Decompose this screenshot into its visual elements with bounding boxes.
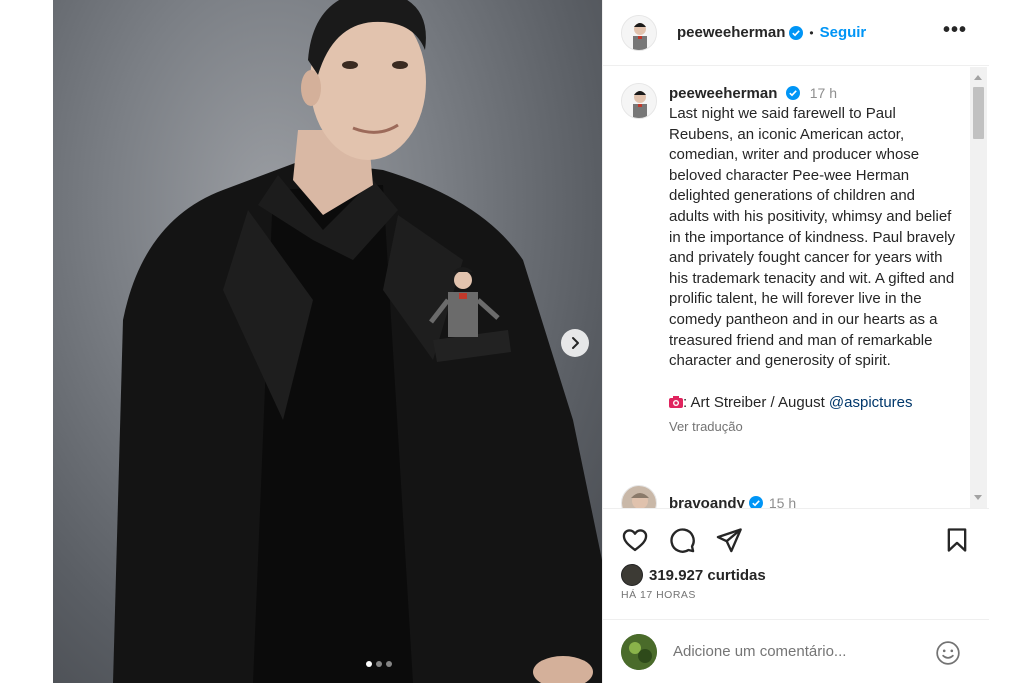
more-options-button[interactable]: ••• xyxy=(943,20,967,40)
scroll-up-arrow-icon[interactable] xyxy=(974,75,982,80)
liker-avatar xyxy=(621,564,643,586)
comment-time[interactable]: 15 h xyxy=(769,495,796,508)
post-header: peeweeherman • Seguir ••• xyxy=(603,0,989,66)
portrait-illustration xyxy=(113,0,602,683)
caption-header: peeweeherman 17 h xyxy=(669,83,959,104)
share-send-icon[interactable] xyxy=(715,526,743,554)
comment-bubble-icon[interactable] xyxy=(668,526,696,554)
caption-username[interactable]: peeweeherman xyxy=(669,85,777,102)
follow-button[interactable]: Seguir xyxy=(820,24,867,41)
scroll-down-arrow-icon[interactable] xyxy=(974,495,982,500)
credit-handle-link[interactable]: @aspictures xyxy=(829,394,913,411)
carousel-dot-3[interactable] xyxy=(386,661,392,667)
likes-summary[interactable]: 319.927 curtidas xyxy=(621,564,766,586)
caption-body: peeweeherman 17 h Last night we said far… xyxy=(669,83,959,434)
caption-comment: peeweeherman 17 h Last night we said far… xyxy=(621,83,961,434)
comment-item: bravoandy 15 h xyxy=(621,485,796,508)
comment-input[interactable] xyxy=(673,643,923,660)
post-photo[interactable] xyxy=(53,0,602,683)
add-comment-bar xyxy=(603,619,989,683)
credit-text: : Art Streiber / August xyxy=(683,393,829,411)
post-timestamp[interactable]: HÁ 17 HORAS xyxy=(621,589,696,601)
see-translation-link[interactable]: Ver tradução xyxy=(669,419,959,434)
caption-author-avatar[interactable] xyxy=(621,83,657,119)
camera-icon xyxy=(669,395,683,408)
commenter-avatar[interactable] xyxy=(621,485,657,508)
photo-credit: : Art Streiber / August @aspictures xyxy=(669,393,959,413)
avatar-image xyxy=(622,15,656,50)
carousel-dot-2[interactable] xyxy=(376,661,382,667)
scroll-thumb[interactable] xyxy=(973,87,984,139)
author-username[interactable]: peeweeherman xyxy=(677,24,785,41)
caption-time[interactable]: 17 h xyxy=(810,85,837,101)
post-side-panel: peeweeherman • Seguir ••• peeweeherman 1… xyxy=(602,0,989,683)
action-bar: 319.927 curtidas HÁ 17 HORAS xyxy=(603,508,989,628)
avatar-image xyxy=(621,633,657,670)
instagram-post-page: peeweeherman • Seguir ••• peeweeherman 1… xyxy=(0,0,1024,683)
header-separator: • xyxy=(809,25,814,40)
comments-list[interactable]: peeweeherman 17 h Last night we said far… xyxy=(603,67,989,508)
current-user-avatar xyxy=(621,633,657,670)
emoji-smiley-icon[interactable] xyxy=(935,640,961,666)
likes-count[interactable]: 319.927 curtidas xyxy=(649,567,766,584)
caption-text: Last night we said farewell to Paul Reub… xyxy=(669,105,955,370)
carousel-dot-1[interactable] xyxy=(366,661,372,667)
carousel-next-button[interactable] xyxy=(561,329,589,357)
comments-scrollbar[interactable] xyxy=(970,67,987,508)
avatar-image xyxy=(622,486,656,508)
commenter-username[interactable]: bravoandy xyxy=(669,495,745,509)
carousel-dots xyxy=(366,661,392,667)
author-avatar[interactable] xyxy=(621,14,657,51)
verified-badge-icon xyxy=(748,496,763,508)
bookmark-save-icon[interactable] xyxy=(943,526,971,554)
avatar-image xyxy=(622,84,656,118)
chevron-right-icon xyxy=(572,337,579,349)
verified-badge-icon xyxy=(785,86,800,100)
verified-badge-icon xyxy=(789,25,804,40)
like-heart-icon[interactable] xyxy=(621,526,649,554)
